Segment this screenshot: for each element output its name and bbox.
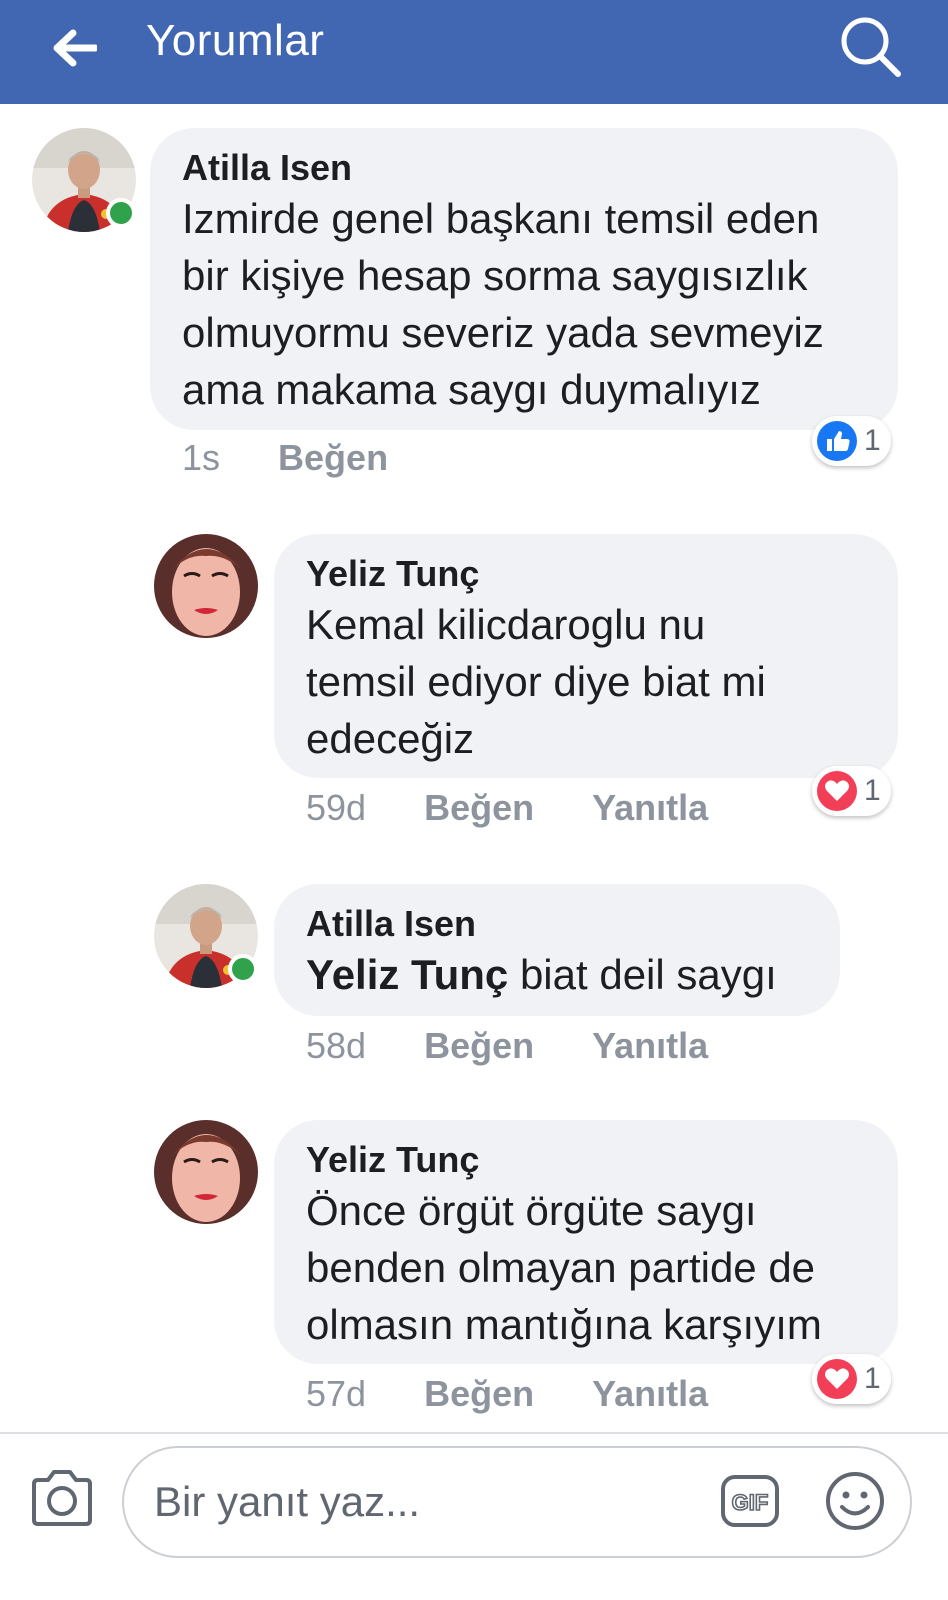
gif-button[interactable]: GIF	[720, 1474, 780, 1528]
love-reaction-icon	[817, 771, 857, 811]
comment-meta: 57d Beğen Yanıtla	[306, 1372, 708, 1416]
like-button[interactable]: Beğen	[278, 437, 388, 479]
back-button[interactable]	[44, 18, 104, 78]
emoji-icon	[826, 1472, 884, 1530]
composer-divider	[0, 1432, 948, 1434]
comment-meta: 58d Beğen Yanıtla	[306, 1024, 708, 1068]
comment-author[interactable]: Atilla Isen	[306, 902, 810, 946]
svg-text:GIF: GIF	[732, 1490, 769, 1515]
comment-text: Izmirde genel başkanı temsil eden bir ki…	[182, 195, 824, 413]
reaction-summary[interactable]: 1	[812, 1354, 891, 1404]
avatar[interactable]	[154, 1120, 258, 1224]
emoji-button[interactable]	[824, 1470, 886, 1532]
search-button[interactable]	[836, 12, 906, 82]
comment-text: Önce örgüt örgüte saygı benden olmayan p…	[306, 1187, 822, 1348]
comment-bubble[interactable]: Yeliz Tunç Önce örgüt örgüte saygı bende…	[274, 1120, 898, 1364]
comment-time: 59d	[306, 787, 367, 828]
comment-author[interactable]: Yeliz Tunç	[306, 1138, 868, 1182]
avatar[interactable]	[154, 534, 258, 638]
comment-text: Kemal kilicdaroglu nu temsil ediyor diye…	[306, 601, 766, 762]
love-reaction-icon	[817, 1359, 857, 1399]
reply-button[interactable]: Yanıtla	[592, 787, 708, 829]
header-bar: Yorumlar	[0, 0, 948, 104]
reaction-summary[interactable]: 1	[812, 416, 891, 466]
comment-author[interactable]: Yeliz Tunç	[306, 552, 868, 596]
comment-meta: 1s Beğen	[182, 436, 388, 480]
gif-icon: GIF	[721, 1475, 779, 1527]
comment-meta: 59d Beğen Yanıtla	[306, 786, 708, 830]
reply-input[interactable]	[154, 1472, 714, 1532]
back-arrow-icon	[53, 29, 97, 67]
search-icon	[841, 17, 901, 77]
like-button[interactable]: Beğen	[424, 1025, 534, 1067]
comment-bubble[interactable]: Atilla Isen Izmirde genel başkanı temsil…	[150, 128, 898, 430]
page-title: Yorumlar	[146, 16, 325, 65]
online-status-dot	[106, 198, 136, 228]
reply-button[interactable]: Yanıtla	[592, 1373, 708, 1415]
reply-composer[interactable]: GIF	[122, 1446, 912, 1558]
comment-text: Yeliz Tunç biat deil saygı	[306, 951, 777, 998]
comment-author[interactable]: Atilla Isen	[182, 146, 868, 190]
comment-time: 57d	[306, 1373, 367, 1414]
reaction-count: 1	[864, 774, 881, 807]
reaction-summary[interactable]: 1	[812, 766, 891, 816]
camera-button[interactable]	[28, 1468, 96, 1528]
like-button[interactable]: Beğen	[424, 1373, 534, 1415]
comment-bubble[interactable]: Yeliz Tunç Kemal kilicdaroglu nu temsil …	[274, 534, 898, 778]
like-reaction-icon	[817, 421, 857, 461]
comment-time: 1s	[182, 437, 221, 478]
comment-time: 58d	[306, 1025, 367, 1066]
reaction-count: 1	[864, 1362, 881, 1395]
comment-bubble[interactable]: Atilla Isen Yeliz Tunç biat deil saygı	[274, 884, 840, 1016]
online-status-dot	[228, 954, 258, 984]
mention-link[interactable]: Yeliz Tunç	[306, 951, 508, 998]
camera-icon	[32, 1470, 92, 1526]
like-button[interactable]: Beğen	[424, 787, 534, 829]
reaction-count: 1	[864, 424, 881, 457]
reply-button[interactable]: Yanıtla	[592, 1025, 708, 1067]
